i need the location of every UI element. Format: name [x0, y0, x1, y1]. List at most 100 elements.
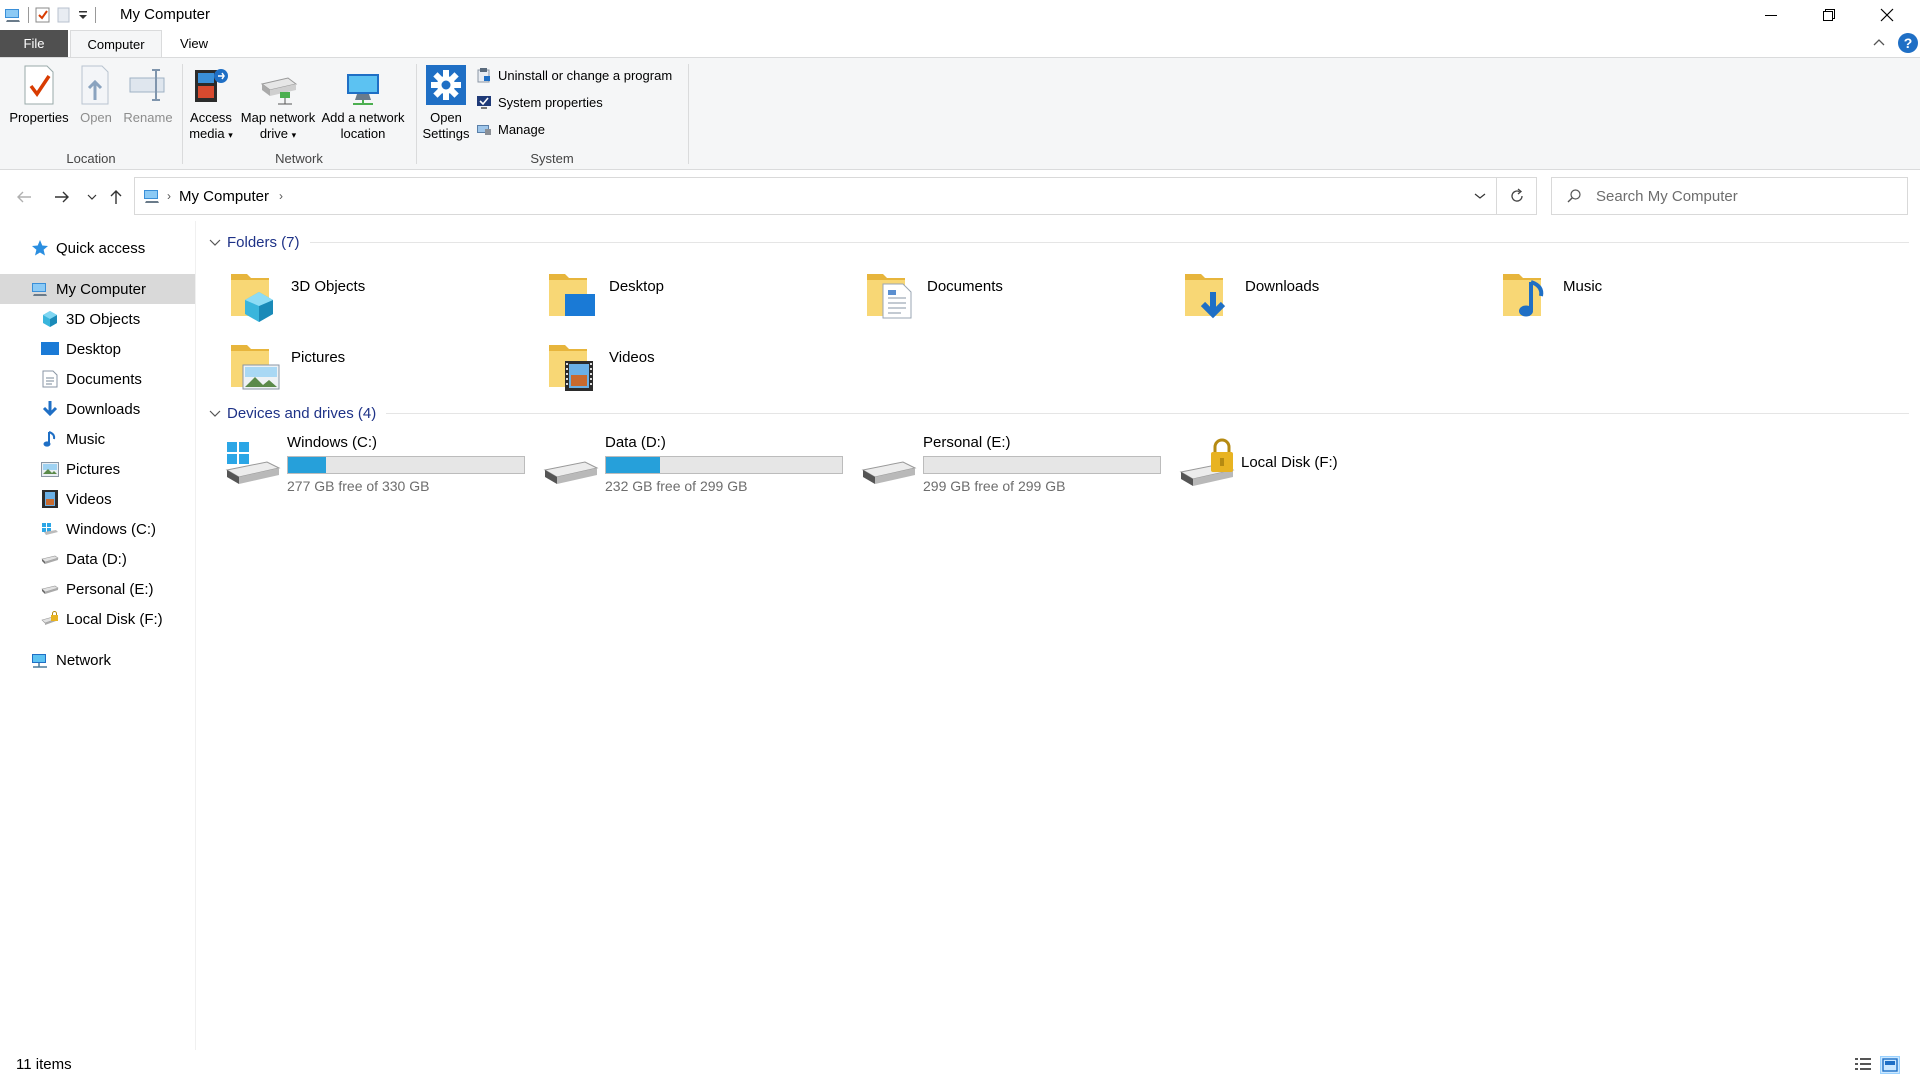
address-history-dropdown[interactable]	[1474, 192, 1486, 200]
restore-button[interactable]	[1800, 0, 1858, 30]
folders-section-header[interactable]: Folders (7)	[209, 234, 1909, 251]
folder-tile-music[interactable]: Music	[1501, 266, 1801, 332]
refresh-button[interactable]	[1497, 177, 1537, 215]
breadcrumb-chevron-icon[interactable]: ›	[279, 189, 283, 203]
windows-drive-icon	[40, 519, 60, 539]
tab-file[interactable]: File	[0, 30, 68, 57]
address-bar[interactable]: › My Computer ›	[134, 177, 1497, 215]
collapse-ribbon-icon[interactable]	[1872, 36, 1886, 50]
system-properties-label: System properties	[498, 94, 603, 110]
sidebar-item-label: Network	[56, 651, 112, 669]
devices-section-header[interactable]: Devices and drives (4)	[209, 405, 1909, 422]
folder-tile-documents[interactable]: Documents	[865, 266, 1165, 332]
settings-gear-icon	[425, 64, 467, 106]
drive-tile-windows-c[interactable]: Windows (C:) 277 GB free of 330 GB	[225, 434, 525, 500]
breadcrumb-my-computer[interactable]: My Computer	[179, 188, 269, 205]
minimize-button[interactable]	[1742, 0, 1800, 30]
folder-tile-downloads[interactable]: Downloads	[1183, 266, 1483, 332]
recent-locations-dropdown[interactable]	[80, 185, 104, 209]
documents-folder-icon	[865, 266, 921, 322]
sidebar-item-label: Downloads	[66, 400, 141, 418]
sidebar-item-windows-c[interactable]: Windows (C:)	[0, 514, 195, 544]
pictures-icon	[40, 459, 60, 479]
forward-button[interactable]	[50, 185, 74, 209]
sidebar-item-my-computer[interactable]: My Computer	[0, 274, 195, 304]
section-divider	[309, 242, 1909, 243]
access-media-button[interactable]: Access media ▾	[186, 64, 236, 143]
help-icon[interactable]: ?	[1897, 32, 1919, 54]
sidebar-item-3d-objects[interactable]: 3D Objects	[0, 304, 195, 334]
system-group-label: System	[530, 151, 574, 166]
drive-free-space: 299 GB free of 299 GB	[923, 478, 1066, 494]
details-view-icon[interactable]	[1854, 1056, 1872, 1074]
properties-label: Properties	[9, 110, 69, 125]
manage-icon	[476, 121, 492, 137]
large-icons-view-icon[interactable]	[1880, 1056, 1900, 1074]
folder-tile-3d-objects[interactable]: 3D Objects	[229, 266, 529, 332]
navigation-bar: › My Computer ›	[0, 171, 1920, 221]
back-button[interactable]	[12, 185, 36, 209]
manage-button[interactable]: Manage	[476, 121, 545, 137]
folder-tile-videos[interactable]: Videos	[547, 337, 847, 403]
drive-usage-bar	[605, 456, 843, 474]
drive-free-space: 277 GB free of 330 GB	[287, 478, 430, 494]
drive-tile-local-disk-f[interactable]: Local Disk (F:)	[1179, 434, 1479, 500]
drive-icon	[40, 549, 60, 569]
up-button[interactable]	[104, 185, 128, 209]
drive-usage-fill	[288, 457, 326, 473]
open-settings-label: Open Settings	[423, 110, 470, 142]
folder-tile-pictures[interactable]: Pictures	[229, 337, 529, 403]
computer-icon[interactable]	[4, 7, 22, 23]
drive-tile-data-d[interactable]: Data (D:) 232 GB free of 299 GB	[543, 434, 843, 500]
breadcrumb-separator-icon[interactable]: ›	[167, 189, 171, 203]
dropdown-arrow-icon: ▾	[291, 130, 297, 140]
customize-dropdown-icon[interactable]	[77, 9, 89, 21]
sidebar-item-local-disk-f[interactable]: Local Disk (F:)	[0, 604, 195, 634]
new-folder-icon[interactable]	[57, 7, 71, 23]
drive-tile-personal-e[interactable]: Personal (E:) 299 GB free of 299 GB	[861, 434, 1161, 500]
chevron-down-icon[interactable]	[209, 410, 221, 418]
rename-label: Rename	[123, 110, 173, 125]
folder-tile-desktop[interactable]: Desktop	[547, 266, 847, 332]
sidebar-item-personal-e[interactable]: Personal (E:)	[0, 574, 195, 604]
add-network-location-icon	[343, 64, 383, 106]
search-input[interactable]	[1594, 186, 1894, 206]
sidebar-item-data-d[interactable]: Data (D:)	[0, 544, 195, 574]
sidebar-item-videos[interactable]: Videos	[0, 484, 195, 514]
videos-folder-icon	[547, 337, 603, 393]
rename-button[interactable]: Rename	[120, 64, 176, 126]
properties-icon	[21, 64, 57, 106]
folder-label: Pictures	[291, 349, 346, 366]
folder-label: Desktop	[609, 278, 665, 295]
sidebar-item-desktop[interactable]: Desktop	[0, 334, 195, 364]
properties-check-icon[interactable]	[35, 7, 51, 23]
add-location-line1: Add a network	[321, 110, 405, 125]
tab-view[interactable]: View	[166, 30, 222, 57]
sidebar-item-downloads[interactable]: Downloads	[0, 394, 195, 424]
add-location-line2: location	[340, 126, 386, 141]
network-icon	[30, 650, 50, 670]
sidebar-item-label: Quick access	[56, 239, 146, 257]
properties-button[interactable]: Properties	[8, 64, 70, 126]
search-box[interactable]	[1551, 177, 1908, 215]
sidebar-item-documents[interactable]: Documents	[0, 364, 195, 394]
sidebar-item-label: Personal (E:)	[66, 580, 154, 598]
add-network-location-button[interactable]: Add a network location	[318, 64, 408, 142]
close-button[interactable]	[1858, 0, 1916, 30]
open-settings-button[interactable]: Open Settings	[420, 64, 472, 142]
chevron-down-icon[interactable]	[209, 239, 221, 247]
sidebar-item-music[interactable]: Music	[0, 424, 195, 454]
map-network-drive-button[interactable]: Map network drive ▾	[238, 64, 318, 143]
drive-usage-bar	[287, 456, 525, 474]
ribbon-tabs: File Computer View ?	[0, 30, 1920, 57]
open-button[interactable]: Open	[72, 64, 120, 126]
sidebar-item-network[interactable]: Network	[0, 645, 195, 675]
drive-usage-fill	[606, 457, 661, 473]
tab-computer[interactable]: Computer	[70, 30, 162, 57]
map-network-drive-icon	[258, 64, 298, 106]
sidebar-item-pictures[interactable]: Pictures	[0, 454, 195, 484]
system-properties-button[interactable]: System properties	[476, 94, 603, 110]
folder-label: 3D Objects	[291, 278, 366, 295]
uninstall-program-button[interactable]: Uninstall or change a program	[476, 67, 672, 83]
sidebar-item-quick-access[interactable]: Quick access	[0, 233, 195, 263]
